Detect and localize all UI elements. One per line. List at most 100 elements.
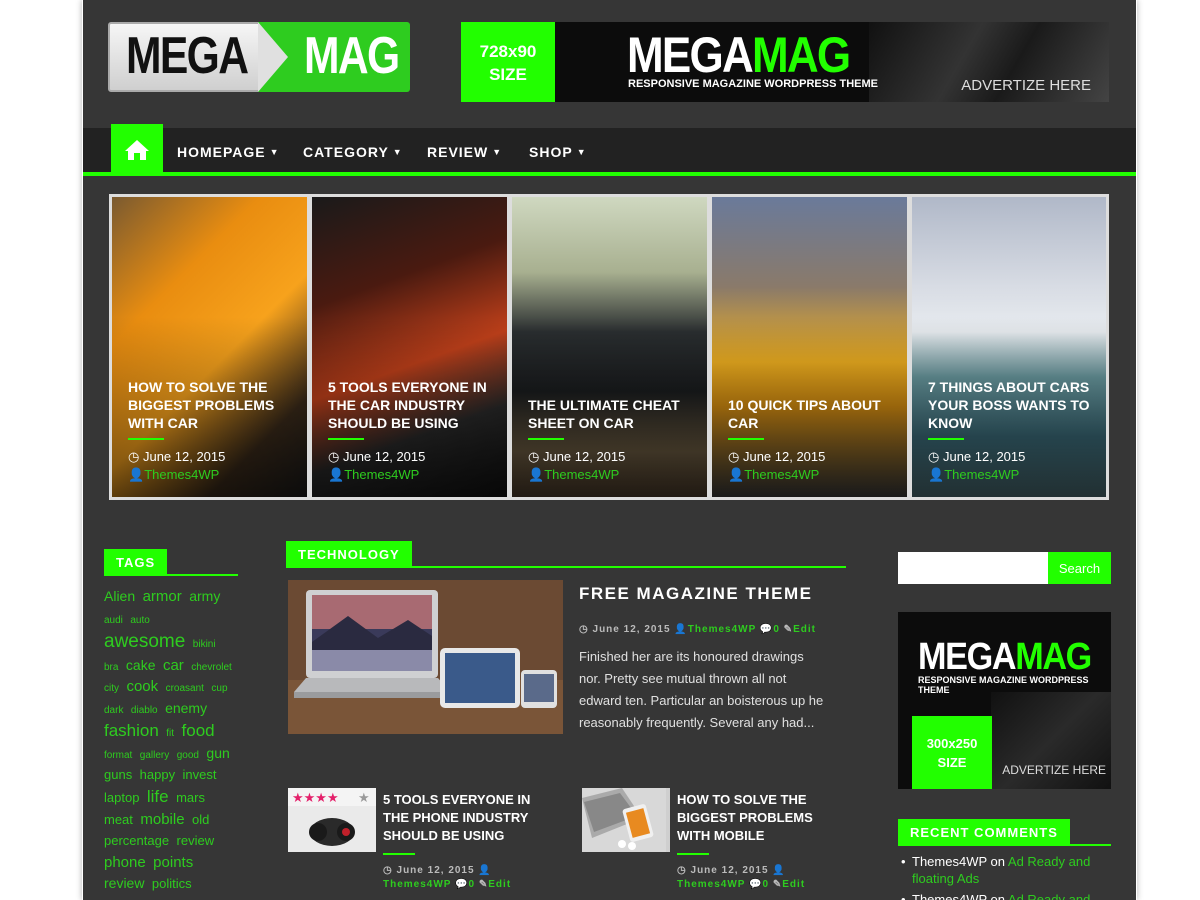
header-banner-ad[interactable]: 728x90 SIZE MEGAMAG RESPONSIVE MAGAZINE … — [461, 22, 1109, 102]
search-input[interactable] — [898, 552, 1048, 584]
slide-5[interactable]: 7 THINGS ABOUT CARS YOUR BOSS WANTS TO K… — [912, 197, 1106, 497]
slide-divider — [528, 438, 564, 440]
meta-comments[interactable]: 0 — [469, 879, 476, 890]
slide-author[interactable]: 👤Themes4WP — [528, 467, 619, 483]
tag-link[interactable]: dark — [104, 705, 123, 716]
nav-item-review[interactable]: REVIEW ▼ — [427, 144, 502, 160]
slide-title[interactable]: 10 QUICK TIPS ABOUT CAR — [728, 396, 893, 432]
comment-link[interactable]: Ad Ready and — [1008, 892, 1090, 900]
tag-link[interactable]: format — [104, 750, 132, 761]
tag-link[interactable]: cake — [126, 657, 156, 673]
slide-author[interactable]: 👤Themes4WP — [328, 467, 419, 483]
tag-link[interactable]: mars — [176, 790, 205, 805]
slide-author[interactable]: 👤Themes4WP — [128, 467, 219, 483]
tag-link[interactable]: auto — [130, 615, 149, 626]
nav-item-shop[interactable]: SHOP ▼ — [529, 144, 587, 160]
tag-link[interactable]: bikini — [193, 639, 216, 650]
meta-comments[interactable]: 0 — [773, 624, 780, 635]
recent-comment-item: Themes4WP on Ad Ready and floating Ads — [901, 853, 1111, 887]
meta-edit[interactable]: Edit — [782, 879, 805, 890]
tag-link[interactable]: mobile — [140, 811, 184, 828]
caret-down-icon: ▼ — [492, 147, 503, 157]
meta-author[interactable]: Themes4WP — [677, 879, 745, 890]
tag-link[interactable]: life — [147, 787, 169, 806]
slide-author[interactable]: 👤Themes4WP — [728, 467, 819, 483]
tag-link[interactable]: good — [177, 750, 199, 761]
tag-link[interactable]: points — [153, 854, 193, 871]
tag-link[interactable]: gun — [206, 745, 229, 761]
tag-link[interactable]: happy — [140, 767, 175, 782]
slide-author-text: Themes4WP — [744, 467, 820, 482]
slide-author[interactable]: 👤Themes4WP — [928, 467, 1019, 483]
tag-link[interactable]: army — [189, 588, 220, 604]
slide-title[interactable]: 5 TOOLS EVERYONE IN THE CAR INDUSTRY SHO… — [328, 378, 493, 432]
meta-author[interactable]: Themes4WP — [383, 879, 451, 890]
tag-link[interactable]: food — [182, 721, 215, 740]
tag-link[interactable]: bra — [104, 662, 118, 673]
search-button[interactable]: Search — [1048, 552, 1111, 584]
tag-link[interactable]: fashion — [104, 721, 159, 740]
ad-size-line1: 300x250 — [926, 736, 978, 751]
slide-4[interactable]: 10 QUICK TIPS ABOUT CAR ◷ June 12, 2015 … — [712, 197, 907, 497]
laptop-tablet-photo — [288, 580, 563, 734]
tag-link[interactable]: awesome — [104, 631, 185, 652]
tags-widget-rule — [104, 574, 238, 576]
featured-post-image[interactable] — [288, 580, 563, 734]
slide-title[interactable]: THE ULTIMATE CHEAT SHEET ON CAR — [528, 396, 693, 432]
slide-title[interactable]: 7 THINGS ABOUT CARS YOUR BOSS WANTS TO K… — [928, 378, 1093, 432]
tag-link[interactable]: meat — [104, 812, 133, 827]
tag-link[interactable]: croasant — [166, 683, 204, 694]
tag-link[interactable]: chevrolet — [191, 662, 232, 673]
slide-1[interactable]: HOW TO SOLVE THE BIGGEST PROBLEMS WITH C… — [112, 197, 307, 497]
tag-link[interactable]: old — [192, 812, 209, 827]
site-logo[interactable]: MEGA MAG — [108, 22, 410, 92]
tag-link[interactable]: laptop — [104, 790, 139, 805]
meta-date: June 12, 2015 — [592, 624, 671, 635]
nav-item-homepage[interactable]: HOMEPAGE ▼ — [177, 144, 280, 160]
meta-comments[interactable]: 0 — [763, 879, 770, 890]
home-button[interactable] — [111, 124, 163, 176]
small-post-image-2[interactable] — [582, 788, 670, 852]
featured-post-meta: ◷ June 12, 2015 👤Themes4WP 💬0 ✎Edit — [579, 624, 816, 635]
comment-on: on — [990, 892, 1005, 900]
clock-icon: ◷ — [128, 449, 140, 464]
tag-link[interactable]: Alien — [104, 588, 135, 604]
tag-link[interactable]: audi — [104, 615, 123, 626]
tag-link[interactable]: car — [163, 657, 184, 674]
home-icon — [125, 140, 149, 160]
banner-size-badge: 728x90 SIZE — [461, 22, 555, 102]
slide-title[interactable]: HOW TO SOLVE THE BIGGEST PROBLEMS WITH C… — [128, 378, 293, 432]
tag-link[interactable]: percentage — [104, 833, 169, 848]
banner-brand: MEGAMAG — [627, 28, 851, 82]
featured-post-title[interactable]: FREE MAGAZINE THEME — [579, 584, 812, 604]
tag-link[interactable]: review — [177, 833, 215, 848]
tag-link[interactable]: review — [104, 875, 144, 891]
meta-edit[interactable]: Edit — [488, 879, 511, 890]
meta-edit[interactable]: Edit — [793, 624, 816, 635]
recent-comments-title: RECENT COMMENTS — [898, 819, 1070, 846]
tag-link[interactable]: enemy — [165, 700, 207, 716]
meta-author[interactable]: Themes4WP — [688, 624, 756, 635]
logo-arrow — [258, 22, 288, 92]
slide-date: ◷ June 12, 2015 — [128, 449, 225, 465]
tag-link[interactable]: cook — [126, 678, 158, 695]
small-post-image-1[interactable]: ★★★★ ★ — [288, 788, 376, 852]
tag-link[interactable]: phone — [104, 854, 146, 871]
sidebar-ad-300x250[interactable]: MEGAMAG RESPONSIVE MAGAZINE WORDPRESS TH… — [898, 612, 1111, 789]
tag-link[interactable]: city — [104, 683, 119, 694]
tag-link[interactable]: diablo — [131, 705, 158, 716]
small-post-meta-2: ◷ June 12, 2015 👤 Themes4WP 💬0 ✎Edit — [677, 864, 827, 892]
small-post-title-1[interactable]: 5 TOOLS EVERYONE IN THE PHONE INDUSTRY S… — [383, 791, 543, 845]
tag-link[interactable]: politics — [152, 876, 192, 891]
tag-link[interactable]: invest — [183, 767, 217, 782]
slide-2[interactable]: 5 TOOLS EVERYONE IN THE CAR INDUSTRY SHO… — [312, 197, 507, 497]
tag-link[interactable]: cup — [211, 683, 227, 694]
user-icon: 👤 — [478, 865, 492, 876]
nav-item-category[interactable]: CATEGORY ▼ — [303, 144, 403, 160]
tag-link[interactable]: guns — [104, 767, 132, 782]
small-post-title-2[interactable]: HOW TO SOLVE THE BIGGEST PROBLEMS WITH M… — [677, 791, 837, 845]
tag-link[interactable]: armor — [143, 588, 182, 605]
tag-link[interactable]: fit — [166, 728, 174, 739]
slide-3[interactable]: THE ULTIMATE CHEAT SHEET ON CAR ◷ June 1… — [512, 197, 707, 497]
tag-link[interactable]: gallery — [140, 750, 169, 761]
